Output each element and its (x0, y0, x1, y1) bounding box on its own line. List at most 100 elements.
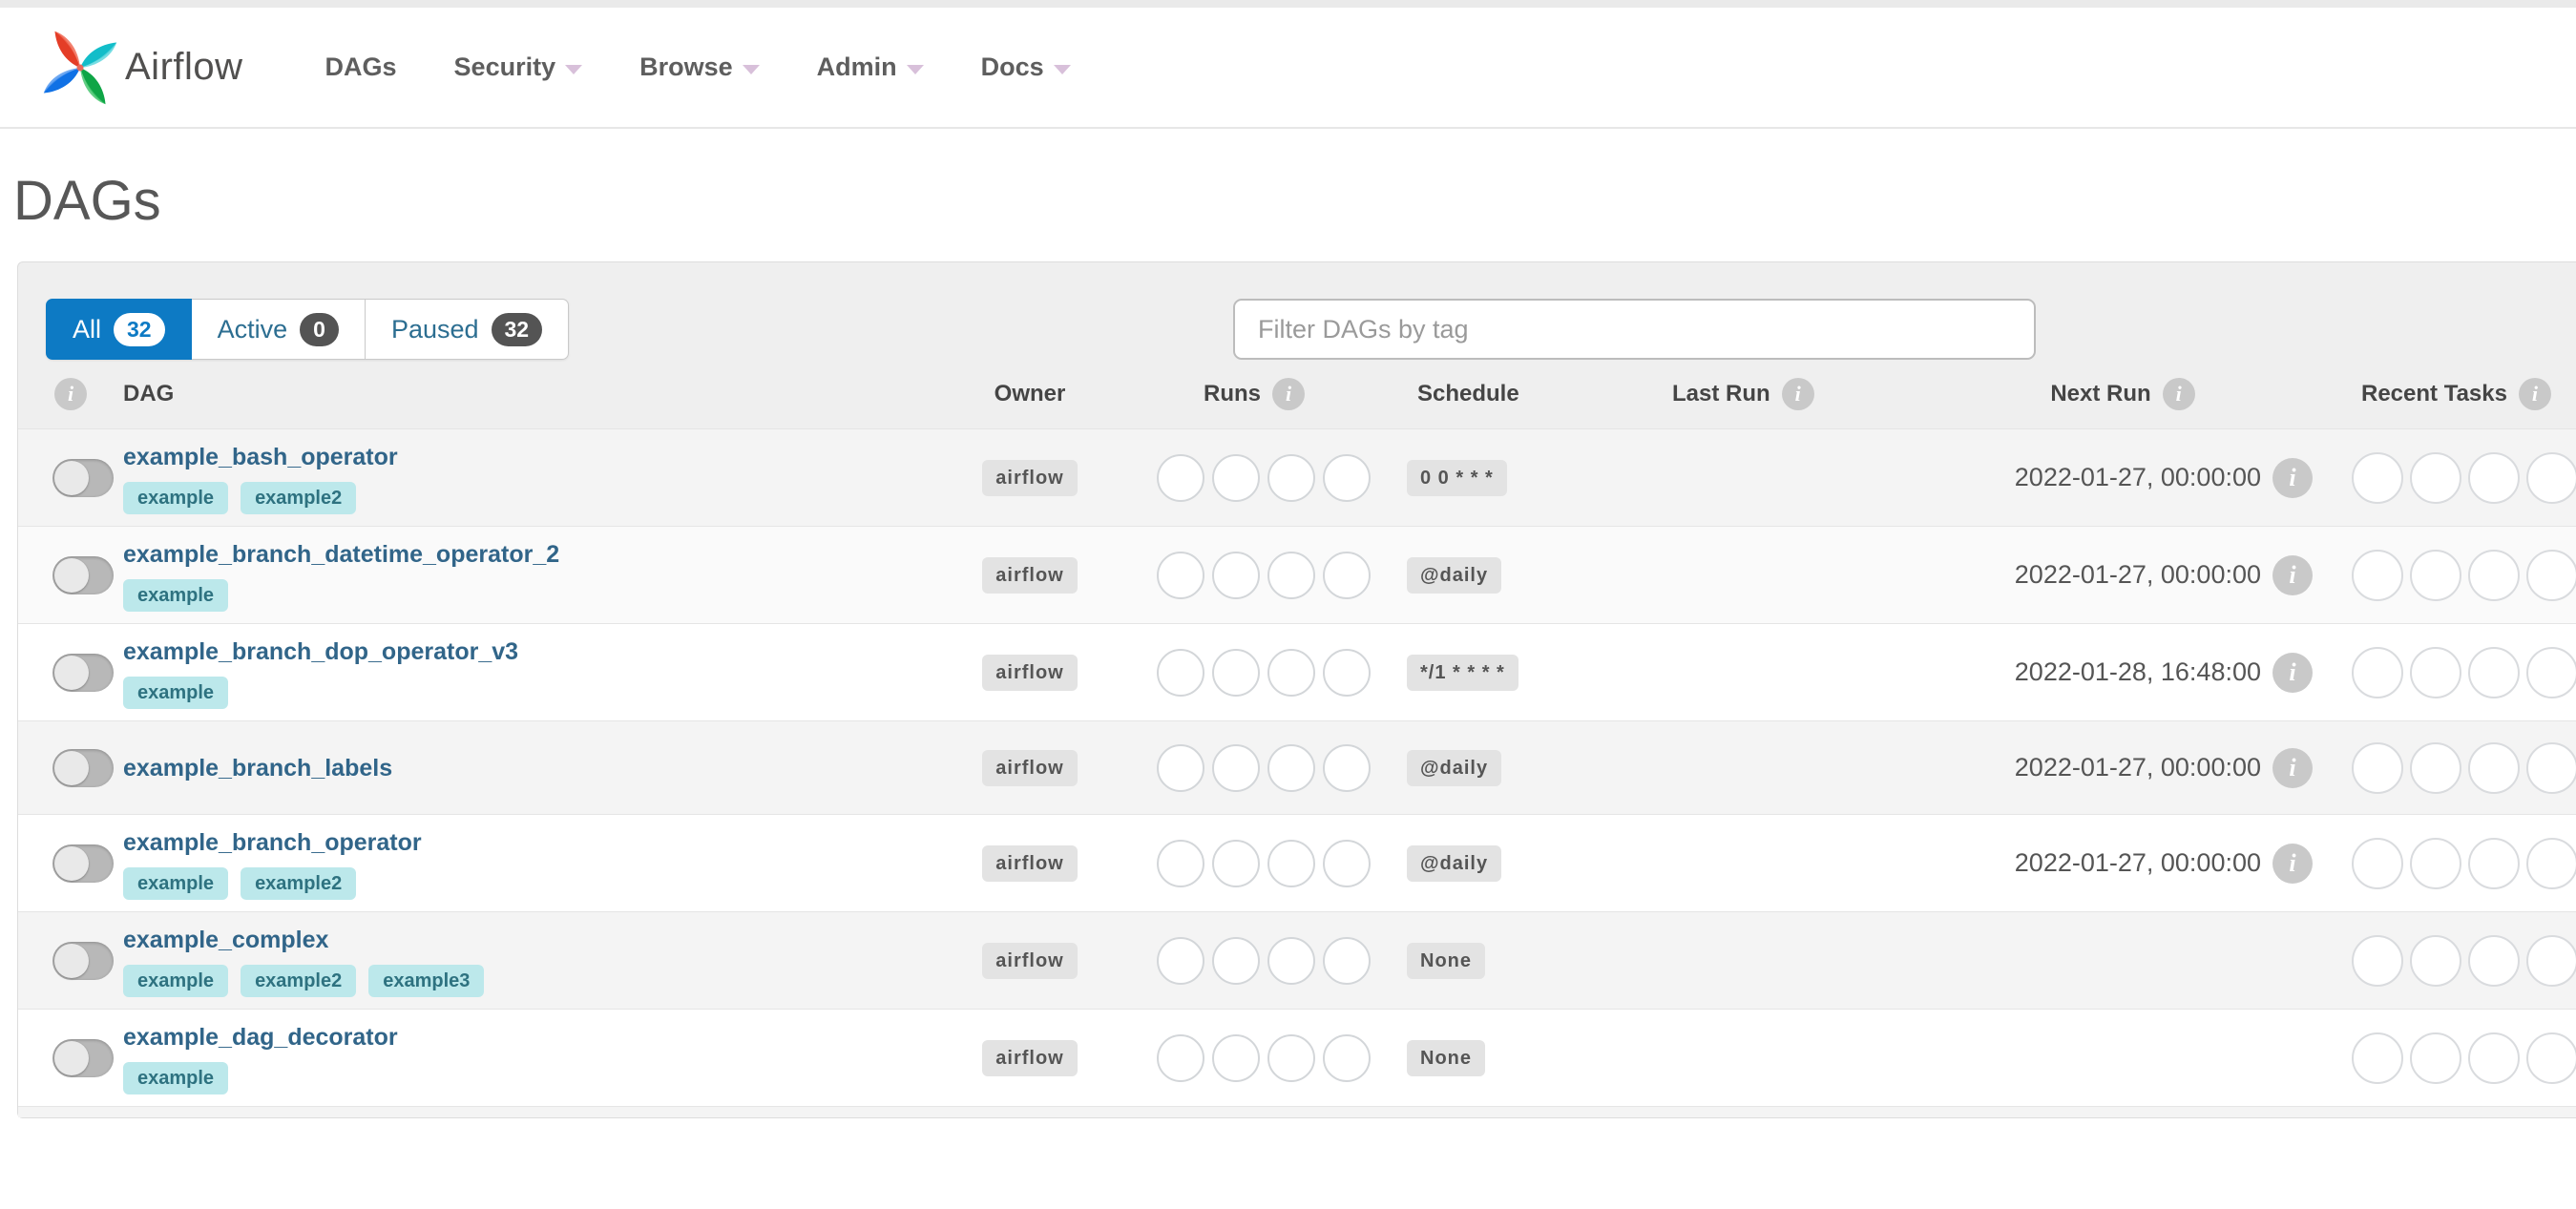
run-state-circle[interactable] (1157, 551, 1204, 599)
recent-task-circle[interactable] (2352, 646, 2403, 698)
recent-task-circle[interactable] (2352, 549, 2403, 601)
dag-column-info-icon[interactable]: i (54, 378, 87, 410)
next-run-info-icon[interactable]: i (2162, 378, 2195, 410)
dag-tag[interactable]: example2 (241, 867, 357, 900)
dag-tag[interactable]: example (123, 867, 229, 900)
dag-tag[interactable]: example (123, 677, 229, 709)
dag-pause-toggle[interactable] (52, 458, 114, 497)
recent-task-circle[interactable] (2410, 934, 2461, 987)
recent-task-circle[interactable] (2468, 837, 2520, 889)
run-state-circle[interactable] (1267, 839, 1315, 887)
nav-item-browse[interactable]: Browse (611, 7, 788, 128)
tab-active[interactable]: Active 0 (191, 299, 366, 360)
recent-task-circle[interactable] (2410, 837, 2461, 889)
dag-pause-toggle[interactable] (52, 653, 114, 692)
recent-task-circle[interactable] (2410, 646, 2461, 698)
recent-task-circle[interactable] (2410, 451, 2461, 504)
run-state-circle[interactable] (1267, 936, 1315, 985)
dag-link[interactable]: example_complex (123, 924, 328, 956)
run-state-circle[interactable] (1267, 551, 1315, 599)
run-state-circle[interactable] (1212, 1033, 1260, 1082)
dag-link[interactable]: example_branch_dop_operator_v3 (123, 636, 518, 668)
recent-task-circle[interactable] (2352, 451, 2403, 504)
recent-task-circle[interactable] (2526, 934, 2576, 987)
last-run-info-icon[interactable]: i (1781, 378, 1814, 410)
dag-pause-toggle[interactable] (52, 1038, 114, 1077)
recent-task-circle[interactable] (2468, 741, 2520, 794)
run-state-circle[interactable] (1212, 648, 1260, 697)
run-state-circle[interactable] (1212, 936, 1260, 985)
dag-link[interactable]: example_bash_operator (123, 441, 398, 473)
dag-pause-toggle[interactable] (52, 555, 114, 594)
dag-tag[interactable]: example (123, 579, 229, 612)
nav-item-security[interactable]: Security (426, 7, 612, 128)
nav-item-docs[interactable]: Docs (953, 7, 1100, 128)
recent-task-circle[interactable] (2410, 1032, 2461, 1084)
dag-tag[interactable]: example2 (241, 482, 357, 514)
dag-tag[interactable]: example (123, 965, 229, 997)
dag-pause-toggle[interactable] (52, 941, 114, 980)
recent-tasks-info-icon[interactable]: i (2518, 378, 2551, 410)
next-run-row-info-icon[interactable]: i (2272, 554, 2313, 595)
run-state-circle[interactable] (1267, 648, 1315, 697)
recent-task-circle[interactable] (2526, 549, 2576, 601)
run-state-circle[interactable] (1267, 743, 1315, 792)
next-run-row-info-icon[interactable]: i (2272, 747, 2313, 788)
filter-dags-by-tag-input[interactable] (1233, 299, 2036, 360)
run-state-circle[interactable] (1157, 648, 1204, 697)
recent-task-circle[interactable] (2352, 741, 2403, 794)
dag-tag[interactable]: example2 (241, 965, 357, 997)
dag-link[interactable]: example_branch_operator (123, 826, 422, 859)
recent-task-circle[interactable] (2468, 934, 2520, 987)
recent-task-circle[interactable] (2468, 646, 2520, 698)
runs-info-icon[interactable]: i (1272, 378, 1305, 410)
recent-task-circle[interactable] (2468, 549, 2520, 601)
run-state-circle[interactable] (1323, 936, 1371, 985)
run-state-circle[interactable] (1157, 839, 1204, 887)
dag-tag[interactable]: example3 (368, 965, 485, 997)
airflow-brand[interactable]: Airflow (43, 27, 243, 109)
recent-task-circle[interactable] (2468, 451, 2520, 504)
recent-task-circle[interactable] (2468, 1032, 2520, 1084)
next-run-row-info-icon[interactable]: i (2272, 652, 2313, 693)
run-state-circle[interactable] (1323, 648, 1371, 697)
run-state-circle[interactable] (1267, 453, 1315, 502)
run-state-circle[interactable] (1212, 453, 1260, 502)
nav-item-admin[interactable]: Admin (788, 7, 953, 128)
run-state-circle[interactable] (1323, 453, 1371, 502)
recent-task-circle[interactable] (2526, 646, 2576, 698)
recent-task-circle[interactable] (2410, 549, 2461, 601)
run-state-circle[interactable] (1323, 743, 1371, 792)
tab-paused[interactable]: Paused 32 (365, 299, 570, 360)
run-state-circle[interactable] (1157, 1033, 1204, 1082)
nav-item-dags[interactable]: DAGs (297, 7, 426, 128)
recent-task-circle[interactable] (2526, 837, 2576, 889)
dag-tag[interactable]: example (123, 482, 229, 514)
run-state-circle[interactable] (1323, 551, 1371, 599)
run-state-circle[interactable] (1212, 551, 1260, 599)
run-state-circle[interactable] (1323, 1033, 1371, 1082)
recent-task-circle[interactable] (2352, 1032, 2403, 1084)
dag-link[interactable]: example_branch_labels (123, 752, 392, 784)
run-state-circle[interactable] (1157, 453, 1204, 502)
dag-link[interactable]: example_dag_decorator (123, 1021, 398, 1053)
dag-pause-toggle[interactable] (52, 844, 114, 883)
run-state-circle[interactable] (1157, 936, 1204, 985)
run-state-circle[interactable] (1212, 743, 1260, 792)
run-state-circle[interactable] (1323, 839, 1371, 887)
recent-task-circle[interactable] (2352, 934, 2403, 987)
dag-pause-toggle[interactable] (52, 748, 114, 787)
tab-all[interactable]: All 32 (46, 299, 192, 360)
recent-task-circle[interactable] (2352, 837, 2403, 889)
next-run-row-info-icon[interactable]: i (2272, 457, 2313, 498)
run-state-circle[interactable] (1212, 839, 1260, 887)
run-state-circle[interactable] (1157, 743, 1204, 792)
dag-link[interactable]: example_branch_datetime_operator_2 (123, 538, 559, 571)
recent-task-circle[interactable] (2526, 1032, 2576, 1084)
run-state-circle[interactable] (1267, 1033, 1315, 1082)
recent-task-circle[interactable] (2526, 451, 2576, 504)
next-run-row-info-icon[interactable]: i (2272, 843, 2313, 884)
recent-task-circle[interactable] (2410, 741, 2461, 794)
recent-task-circle[interactable] (2526, 741, 2576, 794)
dag-tag[interactable]: example (123, 1062, 229, 1094)
